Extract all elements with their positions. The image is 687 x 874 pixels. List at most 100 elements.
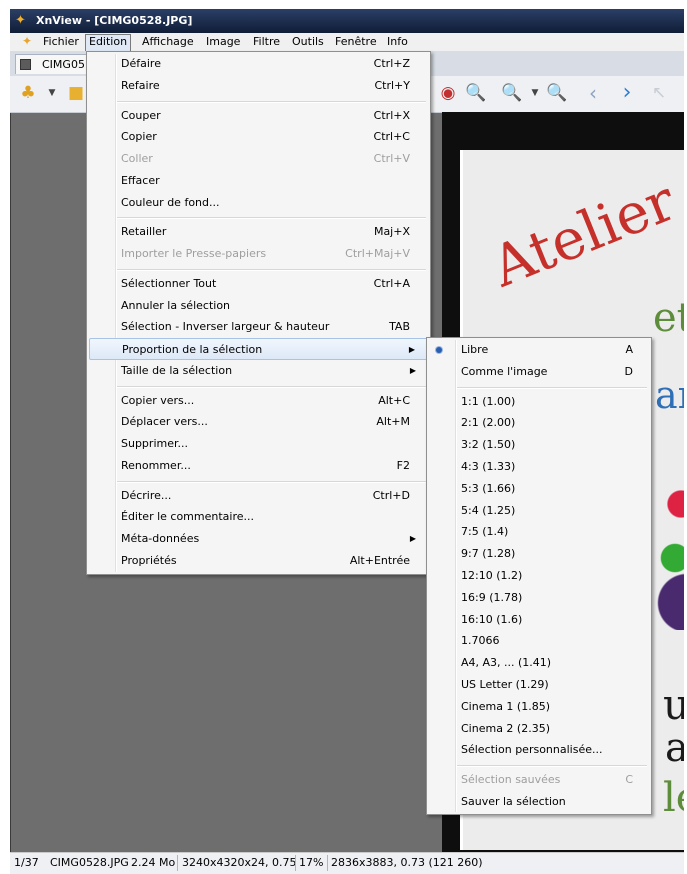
proportion-item-cinema-1-1-85[interactable]: Cinema 1 (1.85)	[429, 696, 649, 718]
menu-item-label: Annuler la sélection	[121, 298, 231, 312]
proportion-item-3-2-1-50[interactable]: 3:2 (1.50)	[429, 434, 649, 456]
menu-item-shortcut: Ctrl+X	[373, 108, 410, 122]
edition-item-proprietes[interactable]: Propriétés Alt+Entrée	[89, 550, 428, 572]
edition-item-annuler-la-selection[interactable]: Annuler la sélection	[89, 295, 428, 317]
edition-item-taille-de-la-selection[interactable]: Taille de la sélection ▶	[89, 360, 428, 382]
menu-filtre[interactable]: Filtre	[250, 34, 283, 50]
edition-item-editer-le-commentaire[interactable]: Éditer le commentaire...	[89, 506, 428, 528]
color-picker-icon[interactable]: ◉	[436, 81, 460, 105]
edition-item-meta-donnees[interactable]: Méta-données ▶	[89, 528, 428, 550]
menu-item-shortcut: TAB	[389, 320, 410, 334]
menu-separator	[457, 765, 647, 768]
browse-icon[interactable]: ♣	[16, 81, 40, 105]
proportion-item-selection-sauvees: Sélection sauvées C	[429, 769, 649, 791]
proportion-item-1-1-1-00[interactable]: 1:1 (1.00)	[429, 391, 649, 413]
proportion-item-7-5-1-4[interactable]: 7:5 (1.4)	[429, 521, 649, 543]
proportion-item-16-10-1-6[interactable]: 16:10 (1.6)	[429, 609, 649, 631]
chevron-down-icon[interactable]: ▼	[40, 81, 64, 105]
proportion-item-libre[interactable]: Libre A	[429, 339, 649, 361]
edition-item-couper[interactable]: Couper Ctrl+X	[89, 105, 428, 127]
edition-item-retailler[interactable]: Retailler Maj+X	[89, 221, 428, 243]
proportion-item-us-letter-1-29[interactable]: US Letter (1.29)	[429, 674, 649, 696]
menu-item-label: Éditer le commentaire...	[121, 510, 255, 524]
menu-item-label: 5:4 (1.25)	[461, 503, 516, 517]
submenu-arrow-icon: ▶	[409, 365, 416, 375]
menu-outils[interactable]: Outils	[289, 34, 327, 50]
edition-item-supprimer[interactable]: Supprimer...	[89, 433, 428, 455]
proportion-item-9-7-1-28[interactable]: 9:7 (1.28)	[429, 543, 649, 565]
photo-text-le: le	[663, 775, 684, 821]
menu-fichier[interactable]: Fichier	[40, 34, 82, 50]
menu-item-shortcut: Ctrl+D	[372, 488, 410, 502]
menu-fenetre[interactable]: Fenêtre	[332, 34, 380, 50]
menu-item-label: Sélection - Inverser largeur & hauteur	[121, 320, 330, 334]
menu-item-label: 9:7 (1.28)	[461, 547, 516, 561]
document-menu-icon[interactable]: ✦	[22, 34, 32, 48]
menu-image[interactable]: Image	[203, 34, 243, 50]
edition-item-effacer[interactable]: Effacer	[89, 170, 428, 192]
edition-item-defaire[interactable]: Défaire Ctrl+Z	[89, 53, 428, 75]
proportion-item-12-10-1-2[interactable]: 12:10 (1.2)	[429, 565, 649, 587]
photo-drawing	[651, 450, 684, 630]
pointer-icon[interactable]: ↖	[647, 81, 671, 105]
proportion-item-5-3-1-66[interactable]: 5:3 (1.66)	[429, 478, 649, 500]
edition-item-couleur-de-fond[interactable]: Couleur de fond...	[89, 192, 428, 214]
menu-affichage[interactable]: Affichage	[139, 34, 197, 50]
proportion-item-16-9-1-78[interactable]: 16:9 (1.78)	[429, 587, 649, 609]
edition-item-copier-vers[interactable]: Copier vers... Alt+C	[89, 390, 428, 412]
title-bar: ✦ XnView - [CIMG0528.JPG]	[10, 9, 684, 33]
document-tab[interactable]: CIMG05	[15, 54, 93, 74]
menu-item-shortcut: Alt+M	[376, 415, 410, 429]
proportion-item-4-3-1-33[interactable]: 4:3 (1.33)	[429, 456, 649, 478]
folder-icon[interactable]: ■	[64, 81, 88, 105]
menu-item-label: 2:1 (2.00)	[461, 416, 516, 430]
xnview-app-icon: ✦	[15, 13, 26, 28]
menu-item-label: Cinema 1 (1.85)	[461, 699, 550, 713]
proportion-item-5-4-1-25[interactable]: 5:4 (1.25)	[429, 500, 649, 522]
menu-item-shortcut: C	[625, 773, 633, 787]
menu-item-label: Supprimer...	[121, 437, 188, 450]
menu-item-shortcut: Ctrl+C	[373, 130, 410, 144]
menu-item-shortcut: Ctrl+Maj+V	[345, 247, 410, 260]
edition-item-renommer[interactable]: Renommer... F2	[89, 455, 428, 477]
proportion-item-sauver-la-selection[interactable]: Sauver la sélection	[429, 791, 649, 813]
menu-item-shortcut: Maj+X	[373, 225, 410, 239]
edition-item-copier[interactable]: Copier Ctrl+C	[89, 126, 428, 148]
proportion-item-comme-l-image[interactable]: Comme l'image D	[429, 361, 649, 383]
menu-item-label: Sélection sauvées	[461, 773, 561, 787]
proportion-item-selection-personnalisee[interactable]: Sélection personnalisée...	[429, 739, 649, 761]
menu-item-label: Comme l'image	[461, 364, 548, 378]
edition-item-selection-inverser-largeur-hauteur[interactable]: Sélection - Inverser largeur & hauteur TA…	[89, 316, 428, 338]
menu-item-label: Déplacer vers...	[121, 415, 208, 429]
next-icon[interactable]: ›	[615, 81, 639, 105]
menu-item-shortcut: Ctrl+A	[373, 276, 410, 290]
edition-item-refaire[interactable]: Refaire Ctrl+Y	[89, 75, 428, 97]
edition-item-coller: Coller Ctrl+V	[89, 148, 428, 170]
edition-item-decrire[interactable]: Décrire... Ctrl+D	[89, 485, 428, 507]
proportion-item-2-1-2-00[interactable]: 2:1 (2.00)	[429, 412, 649, 434]
document-tab-label: CIMG05	[42, 58, 85, 71]
menu-info[interactable]: Info	[384, 34, 411, 50]
menu-item-label: Sélectionner Tout	[121, 276, 217, 290]
menu-item-label: Méta-données	[121, 532, 200, 545]
proportion-item-1-7066[interactable]: 1.7066	[429, 630, 649, 652]
menu-edition[interactable]: Edition	[85, 34, 132, 52]
photo-text-ur: ur	[663, 680, 684, 729]
status-filename: CIMG0528.JPG	[50, 856, 129, 869]
zoom-out-icon[interactable]: 🔍	[500, 81, 524, 105]
menu-item-label: Taille de la sélection	[121, 363, 233, 377]
edition-item-deplacer-vers[interactable]: Déplacer vers... Alt+M	[89, 411, 428, 433]
edition-item-selectionner-tout[interactable]: Sélectionner Tout Ctrl+A	[89, 273, 428, 295]
menu-item-label: 3:2 (1.50)	[461, 438, 516, 452]
menu-separator	[117, 100, 426, 103]
zoom-dropdown-icon[interactable]: ▼	[523, 81, 547, 105]
menu-item-label: 7:5 (1.4)	[461, 525, 509, 539]
edition-item-proportion-de-la-selection[interactable]: Proportion de la sélection ▶	[89, 338, 428, 360]
zoom-in-icon[interactable]: 🔍	[464, 81, 488, 105]
photo-text-et: et	[653, 295, 684, 341]
menu-item-label: Refaire	[121, 78, 160, 92]
previous-icon[interactable]: ‹	[581, 81, 605, 105]
zoom-fit-icon[interactable]: 🔍	[545, 81, 569, 105]
proportion-item-cinema-2-2-35[interactable]: Cinema 2 (2.35)	[429, 718, 649, 740]
proportion-item-a4-a3-1-41[interactable]: A4, A3, ... (1.41)	[429, 652, 649, 674]
